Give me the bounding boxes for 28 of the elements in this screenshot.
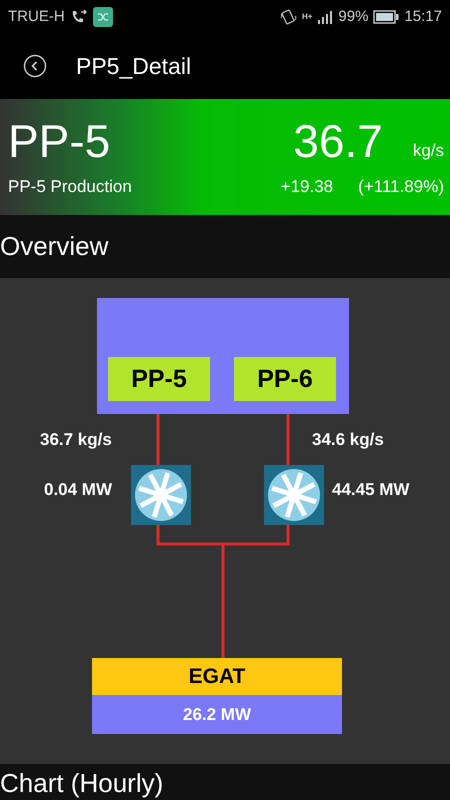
- section-title: Chart (Hourly): [0, 768, 164, 800]
- flow-reading: 34.6 kg/s: [312, 430, 384, 450]
- unit-label: PP-5: [108, 357, 210, 402]
- signal-icon: [317, 10, 334, 24]
- grid-power: 26.2 MW: [92, 695, 342, 734]
- production-unit: kg/s: [412, 140, 444, 161]
- carrier-name: TRUE-H: [8, 8, 65, 26]
- plant-name: PP-5: [8, 114, 110, 169]
- back-button[interactable]: [23, 54, 47, 78]
- turbine-icon: [264, 465, 324, 526]
- network-type: H+: [302, 12, 312, 22]
- unit-label: PP-6: [234, 357, 336, 402]
- production-value: 36.7: [293, 114, 383, 169]
- turbine-icon: [131, 465, 191, 526]
- vibrate-icon: [278, 8, 297, 26]
- section-title: Overview: [0, 231, 108, 262]
- grid-name: EGAT: [92, 658, 342, 696]
- change-percent: (+111.89%): [358, 176, 444, 197]
- app-icon: [92, 6, 113, 27]
- screen-title: PP5_Detail: [76, 52, 192, 80]
- battery-percent: 99%: [338, 8, 368, 26]
- power-reading: 44.45 MW: [332, 480, 410, 500]
- flow-reading: 36.7 kg/s: [40, 430, 112, 450]
- production-label: PP-5 Production: [8, 176, 132, 197]
- change-value: +19.38: [280, 176, 334, 197]
- battery-icon: [373, 10, 400, 24]
- clock: 15:17: [404, 8, 442, 26]
- power-reading: 0.04 MW: [44, 480, 112, 500]
